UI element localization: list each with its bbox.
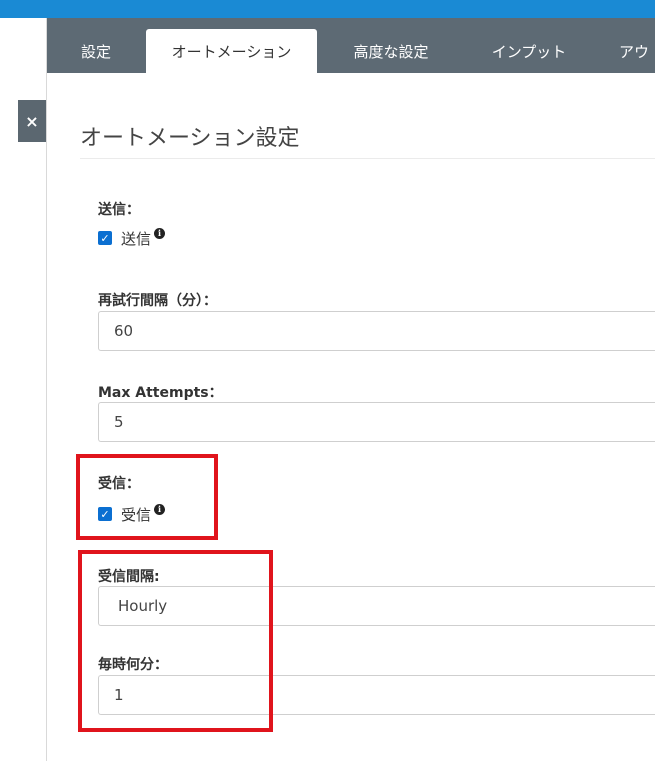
section-title: オートメーション設定 (80, 126, 300, 151)
title-divider (80, 158, 655, 159)
tab-bar: 設定 オートメーション 高度な設定 インプット アウ (47, 18, 655, 73)
send-checkbox[interactable]: ✓ (98, 231, 112, 245)
check-icon: ✓ (100, 231, 110, 245)
tab-input[interactable]: インプット (475, 29, 583, 73)
highlight-box-receive (76, 454, 218, 540)
max-attempts-label: Max Attempts： (98, 385, 223, 401)
highlight-box-interval (78, 550, 273, 732)
tab-settings[interactable]: 設定 (65, 29, 127, 73)
retry-interval-label: 再試行間隔（分）： (98, 293, 217, 309)
close-button[interactable]: × (18, 100, 46, 142)
close-icon: × (25, 111, 39, 131)
send-checkbox-row[interactable]: ✓ 送信 i (98, 227, 166, 248)
top-bar (0, 0, 655, 18)
info-icon[interactable]: i (154, 227, 166, 239)
send-label: 送信： (98, 202, 140, 218)
max-attempts-input[interactable] (98, 402, 655, 442)
retry-interval-input[interactable] (98, 311, 655, 351)
tab-advanced-settings[interactable]: 高度な設定 (337, 29, 445, 73)
tab-automation[interactable]: オートメーション (146, 29, 317, 73)
send-checkbox-label: 送信 (121, 229, 152, 248)
tab-output[interactable]: アウ (619, 29, 655, 73)
